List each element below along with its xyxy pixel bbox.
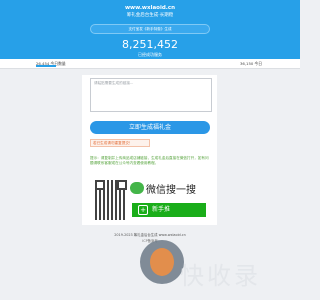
tip-text: 提示：请复制并上传商品或店铺链接，生成礼金后直接在微信打开，如有问题请联系客服或… bbox=[90, 156, 209, 165]
watermark-text: 快收录 bbox=[180, 262, 261, 290]
wechat-icon bbox=[130, 182, 144, 194]
stat-right-label: 36,150 今日 bbox=[240, 61, 263, 66]
header-banner: www.wxlaoid.cn 筹礼金后台生成·长期稳 支付宝发《新手特惠》生成 … bbox=[0, 0, 300, 66]
stat-right: 36,150 今日 bbox=[240, 61, 262, 67]
qr-code bbox=[95, 180, 127, 220]
generate-button[interactable]: 立即生成福礼金 bbox=[90, 121, 210, 134]
counter-label: 已经成功服务 bbox=[138, 52, 162, 57]
site-url[interactable]: www.wxlaoid.cn bbox=[0, 5, 300, 11]
plus-icon: + bbox=[138, 205, 148, 215]
page-title: 筹礼金后台生成·长期稳 bbox=[126, 13, 174, 18]
new-user-button[interactable]: + 新手推 bbox=[132, 203, 206, 217]
stat-left-bar bbox=[36, 65, 56, 67]
footer-copyright: 2019-2023 筹礼金后台生成 www.wxlaoid.cn bbox=[114, 233, 186, 237]
stats-bar: 26,454 今日数量 36,150 今日 bbox=[0, 59, 300, 69]
warning-badge: 若已生成请勿重复提交！ bbox=[90, 139, 150, 147]
service-counter: 8,251,452 bbox=[122, 38, 178, 51]
wechat-search-label: 微信搜一搜 bbox=[146, 185, 196, 196]
new-user-label: 新手推 bbox=[152, 206, 171, 213]
watermark-logo bbox=[140, 240, 184, 284]
promo-pill[interactable]: 支付宝发《新手特惠》生成 bbox=[90, 24, 210, 34]
stat-left: 26,454 今日数量 bbox=[36, 61, 66, 67]
link-input[interactable]: 请粘贴需要生成的链接... bbox=[90, 78, 212, 112]
